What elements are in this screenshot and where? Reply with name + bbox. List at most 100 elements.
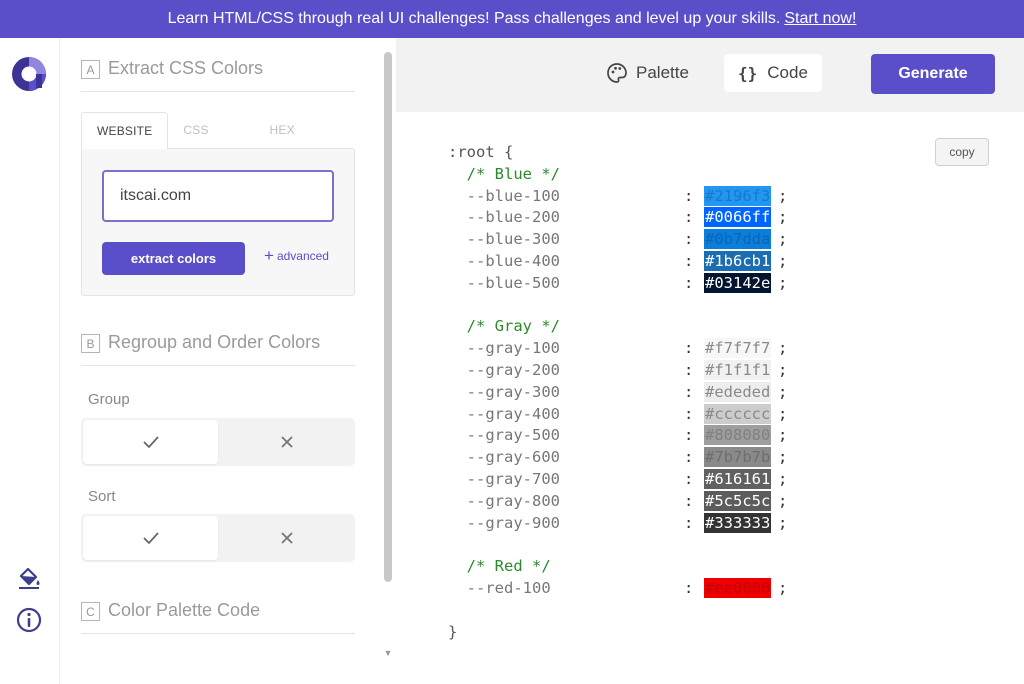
close-icon xyxy=(280,436,293,448)
palette-tab-label: Palette xyxy=(636,63,689,82)
tab-website[interactable]: WEBSITE xyxy=(81,112,169,149)
copy-button[interactable]: copy xyxy=(935,138,989,166)
colon: : xyxy=(684,382,694,401)
icon-rail xyxy=(0,38,60,684)
semicolon: ; xyxy=(778,273,788,292)
variable-name: --red-100 xyxy=(448,579,551,597)
code-comment: /* Red */ xyxy=(448,557,551,576)
code-variable-line: --blue-200: #0066ff; xyxy=(448,207,787,228)
close-icon xyxy=(280,532,293,544)
sort-yes-option[interactable] xyxy=(83,516,218,560)
check-icon xyxy=(142,436,159,449)
variable-name: --blue-100 xyxy=(448,186,560,205)
group-toggle xyxy=(81,418,355,466)
colon: : xyxy=(684,186,694,205)
code-variable-line: --blue-500: #03142e; xyxy=(448,272,787,293)
tab-css-code[interactable]: CSS CODE xyxy=(168,112,254,174)
section-letter: B xyxy=(81,334,100,353)
extract-colors-button[interactable]: extract colors xyxy=(102,242,245,275)
code-output: copy :root { /* Blue */ --blue-100: #2196… xyxy=(396,112,1024,684)
section-extract-header: A Extract CSS Colors xyxy=(81,58,355,92)
generate-button[interactable]: Generate xyxy=(871,54,995,94)
group-yes-option[interactable] xyxy=(83,420,218,464)
code-variable-line: --blue-400: #1b6cb1; xyxy=(448,251,787,271)
semicolon: ; xyxy=(778,579,788,597)
semicolon: ; xyxy=(778,186,788,205)
code-root-open: :root { xyxy=(448,143,514,161)
code-root-close: } xyxy=(448,622,458,641)
code-comment: /* Blue */ xyxy=(448,164,560,183)
color-value-swatch: #cccccc xyxy=(704,403,772,424)
semicolon: ; xyxy=(778,426,788,445)
app-logo-icon[interactable] xyxy=(11,56,47,92)
tab-palette[interactable]: Palette xyxy=(592,54,703,92)
scrollbar-thumb[interactable] xyxy=(384,52,392,582)
paint-bucket-icon[interactable] xyxy=(15,564,43,592)
variable-name: --blue-200 xyxy=(448,208,560,227)
variable-name: --gray-800 xyxy=(448,491,560,510)
section-title: Regroup and Order Colors xyxy=(108,332,321,352)
colon: : xyxy=(684,470,694,488)
variable-name: --gray-300 xyxy=(448,382,560,401)
variable-name: --gray-500 xyxy=(448,426,560,445)
variable-name: --gray-600 xyxy=(448,448,560,467)
colon: : xyxy=(684,404,694,423)
colon: : xyxy=(684,513,694,532)
banner-text: Learn HTML/CSS through real UI challenge… xyxy=(167,10,781,27)
group-label: Group xyxy=(88,391,130,408)
colon: : xyxy=(684,448,694,467)
tab-hex-colors[interactable]: HEX COLORS xyxy=(255,112,355,174)
sort-toggle xyxy=(81,514,355,562)
colon: : xyxy=(684,426,694,445)
code-variable-line: --gray-900: #333333; xyxy=(448,512,787,533)
tab-code[interactable]: {} Code xyxy=(724,54,822,92)
color-value-swatch: #0b7dda xyxy=(704,229,772,250)
semicolon: ; xyxy=(778,339,788,358)
semicolon: ; xyxy=(778,230,788,249)
code-comment: /* Gray */ xyxy=(448,317,560,336)
color-value-swatch: #5c5c5c xyxy=(704,490,772,511)
colon: : xyxy=(684,361,694,379)
color-value-swatch: #f1f1f1 xyxy=(704,360,772,380)
colon: : xyxy=(684,208,694,227)
code-variable-line: --gray-500: #808080; xyxy=(448,425,787,446)
advanced-label: advanced xyxy=(276,249,329,263)
variable-name: --blue-300 xyxy=(448,230,560,249)
variable-name: --blue-500 xyxy=(448,273,560,292)
start-now-link[interactable]: Start now! xyxy=(784,10,856,28)
code-variable-line: --gray-100: #f7f7f7; xyxy=(448,338,787,359)
color-value-swatch: #f7f7f7 xyxy=(704,338,772,359)
color-value-swatch: #616161 xyxy=(704,469,772,489)
semicolon: ; xyxy=(778,382,788,401)
advanced-link[interactable]: + advanced xyxy=(264,247,329,264)
color-value-swatch: #03142e xyxy=(704,272,772,293)
variable-name: --gray-100 xyxy=(448,339,560,358)
code-variable-line: --gray-200: #f1f1f1; xyxy=(448,360,787,380)
section-letter: A xyxy=(81,60,100,79)
palette-icon xyxy=(607,63,627,83)
semicolon: ; xyxy=(778,404,788,423)
color-value-swatch: #ee0000 xyxy=(704,578,772,598)
source-tabs: WEBSITE CSS CODE HEX COLORS xyxy=(81,112,355,174)
settings-panel: A Extract CSS Colors WEBSITE CSS CODE HE… xyxy=(60,38,380,684)
sort-no-option[interactable] xyxy=(218,514,355,562)
variable-name: --gray-400 xyxy=(448,404,560,423)
scroll-down-arrow-icon[interactable]: ▼ xyxy=(383,648,393,658)
website-input[interactable] xyxy=(102,170,334,222)
color-value-swatch: #ededed xyxy=(704,381,772,402)
semicolon: ; xyxy=(778,208,788,227)
output-toolbar: Palette {} Code Generate xyxy=(396,38,1024,112)
colon: : xyxy=(684,339,694,358)
info-icon[interactable] xyxy=(15,606,43,634)
colon: : xyxy=(684,579,694,597)
group-no-option[interactable] xyxy=(218,418,355,466)
color-value-swatch: #1b6cb1 xyxy=(704,251,772,271)
section-letter: C xyxy=(81,602,100,621)
colon: : xyxy=(684,252,694,270)
color-value-swatch: #2196f3 xyxy=(704,185,772,206)
variable-name: --gray-900 xyxy=(448,513,560,532)
semicolon: ; xyxy=(778,491,788,510)
code-variable-line: --red-100: #ee0000; xyxy=(448,578,787,598)
panel-scrollbar[interactable]: ▼ xyxy=(380,38,396,658)
colon: : xyxy=(684,491,694,510)
